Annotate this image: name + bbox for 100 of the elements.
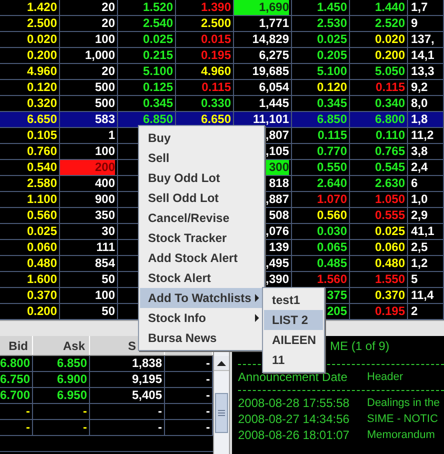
quote-cell: 1,690 bbox=[234, 0, 289, 15]
quote-cell: 2.540 bbox=[142, 16, 173, 31]
submenu-arrow-icon bbox=[255, 294, 259, 302]
quote-cell: 0.370 bbox=[26, 288, 57, 303]
menu-item[interactable]: Stock Alert bbox=[140, 268, 263, 288]
quote-cell: 41,1 bbox=[411, 224, 434, 239]
quote-cell: 11,4 bbox=[411, 288, 434, 303]
quote-cell: 30 bbox=[102, 224, 115, 239]
quote-cell: 1.100 bbox=[26, 192, 57, 207]
quote-cell: 1,8 bbox=[411, 112, 428, 127]
quote-cell: 14,1 bbox=[411, 48, 434, 63]
quote-row[interactable]: 0.120 500 0.125 0.115 6,054 0.120 0.115 9,2 bbox=[0, 80, 444, 96]
quote-row[interactable]: 0.020 100 0.025 0.015 14,829 0.025 0.020 137, bbox=[0, 32, 444, 48]
announcement-date[interactable]: 2008-08-28 17:55:58 bbox=[238, 396, 367, 410]
quote-cell: 0.560 bbox=[316, 208, 347, 223]
quote-cell: 2.500 bbox=[200, 16, 231, 31]
quote-cell: 0.330 bbox=[200, 96, 231, 111]
menu-item[interactable]: Buy bbox=[140, 128, 263, 148]
quote-cell: 1.390 bbox=[200, 0, 231, 15]
quote-cell: 0.560 bbox=[26, 208, 57, 223]
menu-item[interactable]: Stock Info bbox=[140, 308, 263, 328]
quote-cell: 6,275 bbox=[258, 48, 289, 63]
quote-cell: 5.100 bbox=[142, 64, 173, 79]
quote-cell: ,105 bbox=[266, 144, 289, 159]
quote-cell: 6 bbox=[411, 176, 418, 191]
quote-cell: 0.195 bbox=[374, 304, 405, 319]
menu-item[interactable]: 11 bbox=[264, 350, 323, 370]
quote-row[interactable]: 6.650 583 6.850 6.650 11,101 6.850 6.800 1,8 bbox=[0, 112, 444, 128]
menu-item[interactable]: Sell Odd Lot bbox=[140, 188, 263, 208]
menu-item[interactable]: LIST 2 bbox=[264, 310, 323, 330]
quote-cell: 4.960 bbox=[200, 64, 231, 79]
column-header: Announcement Date bbox=[238, 370, 348, 384]
quote-cell: 1,7 bbox=[411, 0, 428, 15]
column-header[interactable]: Bid bbox=[8, 338, 28, 352]
quote-cell: 1.520 bbox=[142, 0, 173, 15]
depth-cell: 9,195 bbox=[132, 372, 162, 387]
menu-item[interactable]: Add Stock Alert bbox=[140, 248, 263, 268]
depth-cell: - bbox=[206, 404, 210, 419]
quote-cell: 0.020 bbox=[374, 32, 405, 47]
quote-cell: 111 bbox=[96, 240, 115, 255]
quote-cell: 854 bbox=[94, 256, 115, 271]
depth-cell: - bbox=[206, 420, 210, 435]
quote-cell: 205 bbox=[326, 304, 347, 319]
quote-cell: 0.105 bbox=[26, 128, 57, 143]
quote-cell: 0.540 bbox=[26, 160, 57, 175]
quote-cell: 1,445 bbox=[258, 96, 289, 111]
quote-row[interactable]: 0.320 500 0.345 0.330 1,445 0.345 0.340 8,0 bbox=[0, 96, 444, 112]
depth-cell: - bbox=[26, 404, 30, 419]
scroll-up-icon[interactable] bbox=[214, 356, 229, 371]
quote-cell: 1 bbox=[108, 128, 115, 143]
quote-cell: 0.120 bbox=[316, 80, 347, 95]
announcement-date[interactable]: 2008-08-27 14:34:56 bbox=[238, 412, 367, 426]
column-header[interactable]: S bbox=[128, 338, 136, 352]
quote-row[interactable]: 2.500 20 2.540 2.500 1,771 2.530 2.520 9 bbox=[0, 16, 444, 32]
quote-cell: 1.070 bbox=[316, 192, 347, 207]
menu-item[interactable]: Stock Tracker bbox=[140, 228, 263, 248]
announcement-date[interactable]: 2008-08-26 18:01:07 bbox=[238, 428, 367, 442]
quote-cell: 1.600 bbox=[26, 272, 57, 287]
quote-cell: 3,8 bbox=[411, 144, 428, 159]
quote-cell: 0.015 bbox=[200, 32, 231, 47]
quote-cell: 0.060 bbox=[374, 240, 405, 255]
quote-cell: 13,3 bbox=[411, 64, 434, 79]
quote-row[interactable]: 4.960 20 5.100 4.960 19,685 5.100 5.050 13,3 bbox=[0, 64, 444, 80]
news-title: ME (1 of 9) bbox=[330, 339, 390, 353]
quote-cell: 0.060 bbox=[26, 240, 57, 255]
quote-cell: 0.215 bbox=[142, 48, 173, 63]
menu-item[interactable]: Bursa News bbox=[140, 328, 263, 348]
quote-cell: ,887 bbox=[266, 192, 289, 207]
depth-cell: 1,838 bbox=[132, 356, 162, 371]
depth-cell: - bbox=[206, 372, 210, 387]
quote-cell: 6.800 bbox=[374, 112, 405, 127]
quote-cell: 20 bbox=[102, 16, 115, 31]
quote-cell: 2.580 bbox=[26, 176, 57, 191]
menu-item[interactable]: Cancel/Revise bbox=[140, 208, 263, 228]
scroll-thumb[interactable] bbox=[215, 393, 228, 433]
quote-cell: 9 bbox=[411, 16, 418, 31]
quote-cell: 0.025 bbox=[26, 224, 57, 239]
quote-cell: 4.960 bbox=[26, 64, 57, 79]
quote-cell: 0.550 bbox=[316, 160, 347, 175]
column-header[interactable]: Ask bbox=[62, 338, 85, 352]
depth-cell: 6.900 bbox=[56, 372, 87, 387]
depth-cell: - bbox=[158, 404, 162, 419]
quote-cell: 1,2 bbox=[411, 256, 428, 271]
quote-cell: 1,000 bbox=[84, 48, 115, 63]
submenu-arrow-icon bbox=[255, 314, 259, 322]
quote-cell: 0.025 bbox=[316, 32, 347, 47]
quote-cell: 1.440 bbox=[374, 0, 405, 15]
quote-cell: 0.200 bbox=[26, 304, 57, 319]
announcement-header[interactable]: Memorandum bbox=[367, 429, 435, 441]
quote-row[interactable]: 0.200 1,000 0.215 0.195 6,275 0.205 0.200 14,1 bbox=[0, 48, 444, 64]
quote-cell: 1.550 bbox=[374, 272, 405, 287]
announcement-header[interactable]: SIME - NOTIC bbox=[367, 413, 438, 425]
announcement-header[interactable]: Dealings in the bbox=[367, 397, 440, 409]
menu-item[interactable]: AILEEN bbox=[264, 330, 323, 350]
quote-row[interactable]: 1.420 20 1.520 1.390 1,690 1.450 1.440 1,7 bbox=[0, 0, 444, 16]
quote-cell: 2.500 bbox=[26, 16, 57, 31]
quote-cell: 1.560 bbox=[316, 272, 347, 287]
menu-item[interactable]: Add To Watchlists bbox=[140, 288, 263, 308]
quote-cell: 0.770 bbox=[316, 144, 347, 159]
quote-cell: 0.205 bbox=[316, 48, 347, 63]
